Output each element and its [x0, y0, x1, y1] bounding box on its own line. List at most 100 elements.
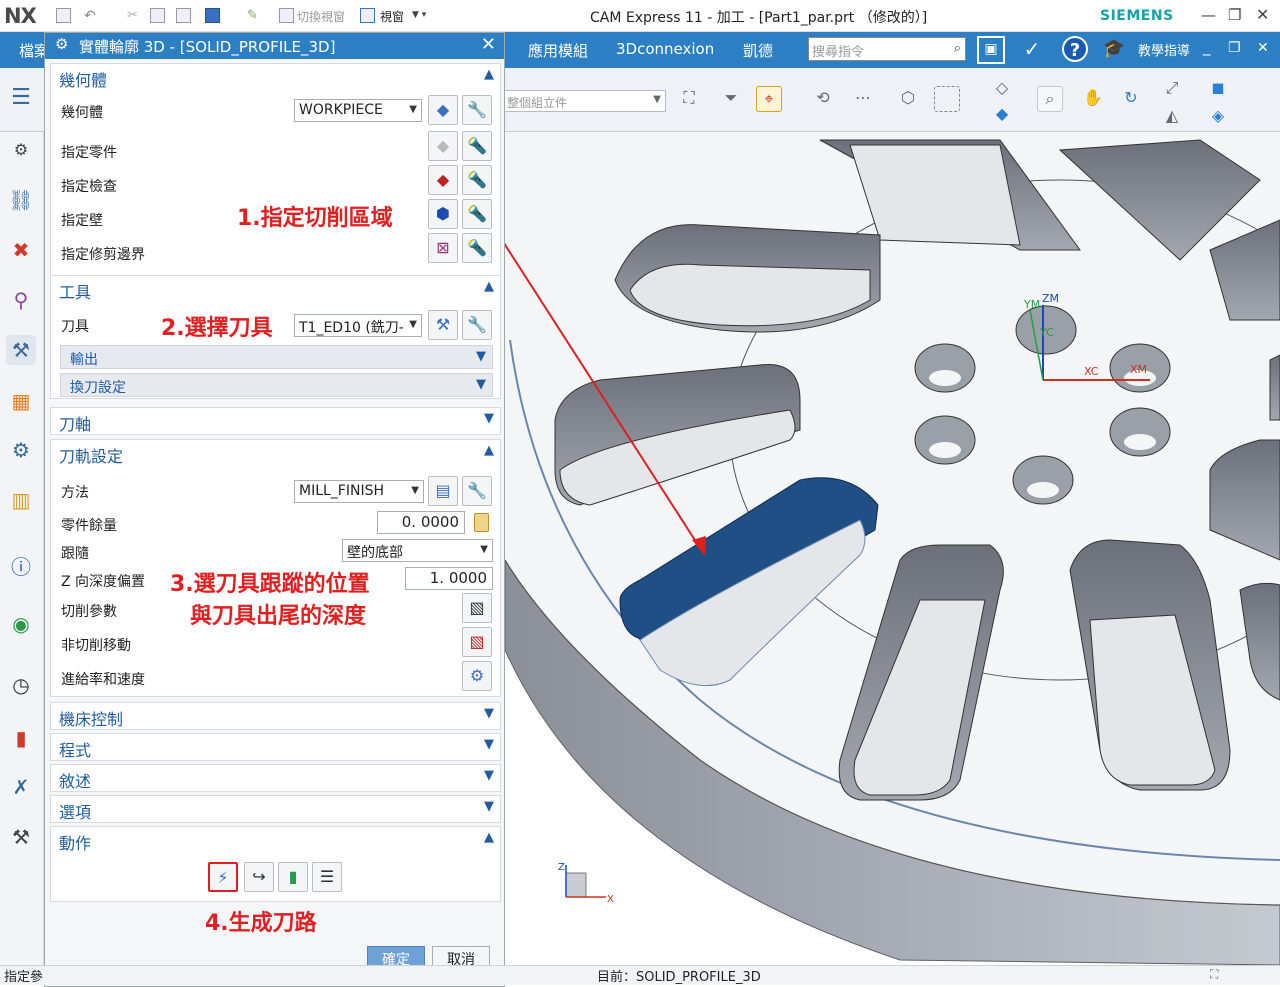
cube-outline-icon[interactable]: ◇ — [989, 76, 1015, 102]
snap-point-icon[interactable]: ⛶ — [676, 86, 702, 112]
section-description[interactable]: 敘述 ▼ — [50, 764, 501, 792]
undo-icon[interactable]: ↶ — [84, 8, 99, 24]
status-fullscreen-icon[interactable]: ⛶ — [1210, 967, 1218, 982]
window-menu-label[interactable]: 視窗 — [380, 8, 404, 25]
select-wall-icon[interactable]: ⬢ — [428, 199, 458, 229]
edit-geometry-icon[interactable]: 🔧 — [462, 95, 492, 125]
tool-library-icon[interactable]: ⚙ — [6, 435, 36, 465]
fit-window-icon[interactable]: ▣ — [977, 36, 1005, 64]
dialog-titlebar[interactable]: ⚙ 實體輪廓 3D - [SOLID_PROFILE_3D] ✕ — [45, 33, 504, 59]
material-library-icon[interactable]: ▥ — [6, 485, 36, 515]
minimize-icon[interactable]: — — [1201, 6, 1216, 24]
section-options[interactable]: 選項 ▼ — [50, 795, 501, 823]
menu-3dconnexion[interactable]: 3Dconnexion — [616, 40, 714, 58]
layer-visibility-icon[interactable]: ◈ — [1205, 104, 1231, 130]
switch-view-icon[interactable] — [279, 8, 294, 23]
history-clock-icon[interactable]: ◷ — [6, 670, 36, 700]
new-method-icon[interactable]: ▤ — [428, 476, 458, 506]
new-tool-icon[interactable]: ⚒ — [428, 310, 458, 340]
check-mark-icon[interactable]: ✓ — [1019, 36, 1045, 62]
machine-library-icon[interactable]: ▦ — [6, 386, 36, 416]
method-select[interactable]: MILL_FINISH ▼ — [294, 480, 424, 503]
part-stock-input[interactable]: 0. 0000 — [377, 511, 465, 534]
list-icon[interactable]: ☰ — [312, 862, 342, 892]
non-cutting-moves-icon[interactable]: ▧ — [462, 627, 492, 657]
role-tools-icon[interactable]: ⚒ — [6, 822, 36, 852]
search-icon[interactable]: ⌕ — [954, 41, 961, 56]
section-machine-control[interactable]: 機床控制 ▼ — [50, 702, 501, 730]
orient-view-icon[interactable]: ◭ — [1159, 104, 1185, 130]
display-wall-icon[interactable]: 🔦 — [462, 199, 492, 229]
section-tool-title[interactable]: 工具 — [59, 279, 91, 303]
follow-select[interactable]: 壁的底部 ▼ — [342, 539, 493, 562]
fit-icon[interactable]: ⤢ — [1159, 76, 1185, 102]
close-window-icon[interactable]: ✕ — [1256, 5, 1269, 24]
command-search-input[interactable]: 搜尋指令 — [812, 41, 864, 60]
graphics-viewport[interactable]: XC YM ZM XM YC Z X — [505, 132, 1280, 965]
save-icon[interactable] — [56, 8, 71, 23]
tool-select[interactable]: T1_ED10 (銑刀- ▼ — [294, 314, 422, 337]
subsection-output[interactable]: 輸出 ▼ — [60, 345, 493, 369]
subsection-tool-change[interactable]: 換刀設定 ▼ — [60, 373, 493, 397]
section-path-settings-title[interactable]: 刀軌設定 — [59, 443, 123, 467]
rotate-select-icon[interactable]: ⟲ — [810, 86, 836, 112]
info-icon[interactable]: ⓘ — [6, 552, 36, 582]
rotate-icon[interactable]: ↻ — [1118, 86, 1144, 112]
select-part-icon[interactable]: ◆ — [428, 131, 458, 161]
menu-kaide[interactable]: 凱德 — [743, 40, 773, 61]
ribbon-minimize-icon[interactable]: _ — [1203, 38, 1211, 56]
switch-view-label[interactable]: 切換視窗 — [297, 8, 345, 25]
feeds-speeds-icon[interactable]: ⚙ — [462, 661, 492, 691]
snap-grid-icon[interactable]: ⋯ — [850, 86, 876, 112]
paste-icon[interactable] — [176, 8, 191, 23]
operation-navigator-tab-icon[interactable]: ⚒ — [6, 335, 36, 365]
select-trim-boundary-icon[interactable]: ⊠ — [428, 233, 458, 263]
section-actions-title[interactable]: 動作 — [59, 830, 91, 854]
section-tool-axis[interactable]: 刀軸 ▼ — [50, 407, 501, 435]
close-icon[interactable]: ✕ — [481, 34, 496, 55]
ribbon-restore-icon[interactable]: ❐ — [1228, 40, 1241, 56]
gear-icon[interactable]: ⚙ — [55, 35, 68, 53]
verify-icon[interactable]: ▮ — [278, 862, 308, 892]
select-feature-icon[interactable]: ⌖ — [756, 86, 782, 112]
cut-icon[interactable]: ✂ — [127, 8, 142, 23]
edit-icon[interactable]: ✎ — [247, 8, 262, 23]
hexagon-icon[interactable]: ⬡ — [895, 86, 921, 112]
palette-icon[interactable]: ▮ — [6, 723, 36, 753]
chevron-up-icon[interactable]: ▲ — [484, 830, 494, 845]
section-program[interactable]: 程式 ▼ — [50, 733, 501, 761]
chevron-up-icon[interactable]: ▲ — [484, 443, 494, 458]
replay-icon[interactable]: ↪ — [244, 862, 274, 892]
copy-icon[interactable] — [150, 8, 165, 23]
section-geometry-title[interactable]: 幾何體 — [59, 67, 107, 91]
lock-icon[interactable] — [474, 513, 489, 532]
display-part-icon[interactable]: 🔦 — [462, 131, 492, 161]
chevron-up-icon[interactable]: ▲ — [484, 67, 494, 82]
selection-filter-select[interactable]: 整個組立件 ▼ — [504, 90, 666, 112]
display-trim-icon[interactable]: 🔦 — [462, 233, 492, 263]
filter-funnel-icon[interactable]: ⏷ — [718, 86, 744, 112]
operation-navigator-icon[interactable]: ☰ — [8, 86, 34, 112]
cut-parameters-icon[interactable]: ▧ — [462, 593, 492, 623]
machine-tool-icon[interactable]: ✖ — [6, 235, 36, 265]
ribbon-close-icon[interactable]: ✕ — [1257, 40, 1269, 56]
pan-hand-icon[interactable]: ✋ — [1080, 86, 1106, 112]
display-check-icon[interactable]: 🔦 — [462, 165, 492, 195]
box-select-icon[interactable] — [934, 86, 960, 112]
chevron-up-icon[interactable]: ▲ — [484, 279, 494, 294]
cube-blue-icon[interactable]: ◆ — [989, 102, 1015, 128]
graduation-cap-icon[interactable]: 🎓 — [1101, 36, 1127, 62]
window-icon[interactable] — [360, 8, 375, 23]
menu-app-module[interactable]: 應用模組 — [528, 40, 588, 61]
guide-label[interactable]: 教學指導 — [1138, 40, 1190, 59]
zoom-window-icon[interactable]: ⌕ — [1037, 86, 1063, 112]
z-depth-offset-input[interactable]: 1. 0000 — [405, 567, 493, 590]
window-dropdown-icon[interactable]: ▼ ▾ — [412, 10, 426, 20]
help-icon[interactable]: ? — [1062, 36, 1088, 62]
geometry-select[interactable]: WORKPIECE ▼ — [294, 99, 422, 122]
select-check-icon[interactable]: ◆ — [428, 165, 458, 195]
command-search-box[interactable]: 搜尋指令 ⌕ — [808, 37, 966, 61]
analysis-icon[interactable]: ✗ — [6, 772, 36, 802]
resource-settings-icon[interactable]: ⚙ — [6, 135, 36, 165]
edit-tool-icon[interactable]: 🔧 — [462, 310, 492, 340]
